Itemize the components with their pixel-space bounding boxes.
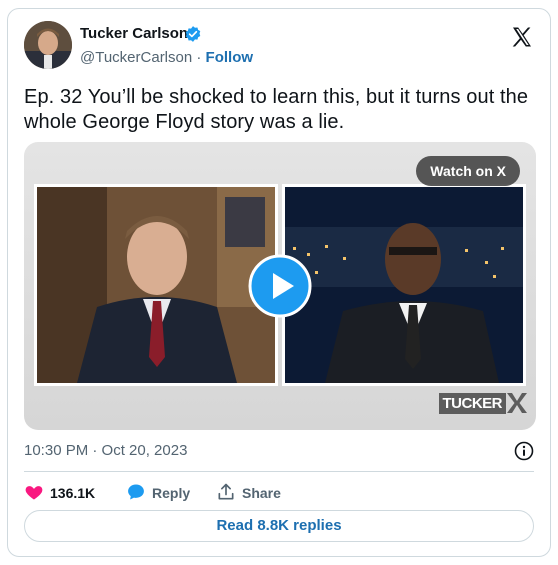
handle[interactable]: @TuckerCarlson [80,49,192,66]
play-icon[interactable] [248,254,312,318]
x-logo-icon[interactable] [510,25,534,49]
reply-label: Reply [152,485,191,501]
divider [24,471,534,472]
share-label: Share [242,485,281,501]
follow-button[interactable]: Follow [206,49,254,66]
timestamp[interactable]: 10:30 PM · Oct 20, 2023 [24,442,187,459]
video-frame-right [282,184,526,386]
read-replies-button[interactable]: Read 8.8K replies [24,510,534,542]
reply-bubble-icon [126,482,146,505]
tweet-text: Ep. 32 You’ll be shocked to learn this, … [24,86,529,133]
like-button[interactable]: 136.1K [24,481,95,505]
display-name[interactable]: Tucker Carlson [80,25,188,42]
show-logo: TUCKER [438,390,529,416]
tweet-card: Tucker Carlson @TuckerCarlson · Follow E… [7,8,551,557]
video-player[interactable]: Watch on X TUCKER [24,142,536,430]
video-frame-left [34,184,278,386]
show-logo-text: TUCKER [438,392,506,414]
watch-on-x-button[interactable]: Watch on X [416,156,520,186]
info-icon[interactable] [514,441,534,461]
separator: · [196,49,202,66]
avatar[interactable] [24,21,72,69]
show-logo-x-icon [507,393,527,413]
reply-button[interactable]: Reply [126,481,190,505]
like-count: 136.1K [50,485,96,501]
handle-row: @TuckerCarlson · Follow [80,49,253,66]
heart-icon [24,482,44,505]
share-icon [216,482,236,505]
share-button[interactable]: Share [216,481,281,505]
verified-badge-icon [184,25,202,43]
